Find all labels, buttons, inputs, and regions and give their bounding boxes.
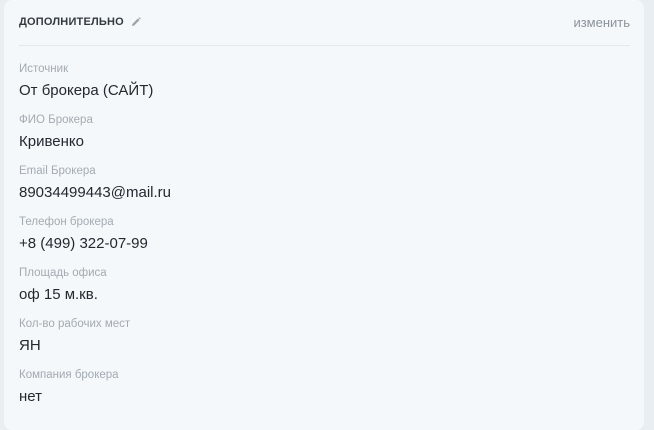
field-broker-company: Компания брокера нет (19, 366, 630, 417)
field-value: Кривенко (19, 133, 84, 150)
card-header: дополнительно изменить (19, 0, 630, 46)
field-value: 89034499443@mail.ru (19, 184, 171, 201)
field-value: +8 (499) 322-07-99 (19, 235, 148, 252)
field-broker-email: Email Брокера 89034499443@mail.ru (19, 162, 630, 213)
field-source: Источник От брокера (САЙТ) (19, 60, 630, 111)
field-label: Компания брокера (19, 369, 119, 381)
additional-info-card: дополнительно изменить Источник От броке… (4, 0, 644, 430)
edit-link[interactable]: изменить (573, 15, 630, 30)
field-value: От брокера (САЙТ) (19, 82, 154, 99)
field-workplaces: Кол-во рабочих мест ЯН (19, 315, 630, 366)
field-label: ФИО Брокера (19, 114, 93, 126)
section-title: дополнительно (19, 16, 141, 28)
field-label: Email Брокера (19, 165, 96, 177)
field-office-area: Площадь офиса оф 15 м.кв. (19, 264, 630, 315)
field-broker-name: ФИО Брокера Кривенко (19, 111, 630, 162)
section-title-text: дополнительно (19, 16, 124, 28)
field-label: Телефон брокера (19, 216, 114, 228)
fields-list: Источник От брокера (САЙТ) ФИО Брокера К… (19, 60, 630, 417)
field-value: нет (19, 388, 42, 405)
field-label: Площадь офиса (19, 267, 107, 279)
field-broker-phone: Телефон брокера +8 (499) 322-07-99 (19, 213, 630, 264)
field-label: Источник (19, 63, 69, 75)
pencil-icon[interactable] (131, 17, 141, 27)
field-label: Кол-во рабочих мест (19, 318, 131, 330)
field-value: оф 15 м.кв. (19, 286, 98, 303)
field-value: ЯН (19, 337, 41, 354)
